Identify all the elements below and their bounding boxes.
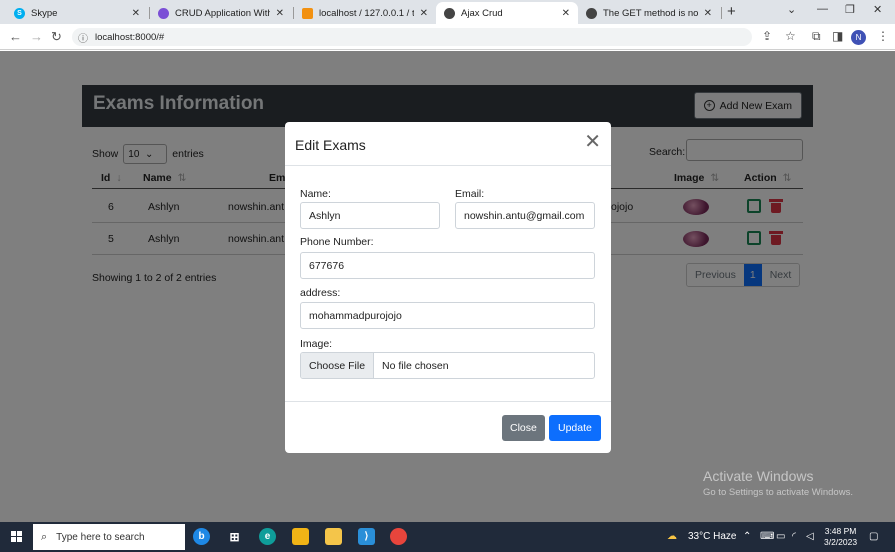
tab-title: Skype <box>31 7 58 19</box>
notifications-icon[interactable]: ▢ <box>869 531 878 542</box>
watermark-line2: Go to Settings to activate Windows. <box>703 487 853 498</box>
vscode-icon[interactable]: ⟩ <box>358 528 375 545</box>
windows-start-icon[interactable] <box>11 531 23 543</box>
name-field[interactable]: Ashlyn <box>300 202 440 229</box>
volume-icon[interactable]: ◁ <box>806 531 814 542</box>
address-label: address: <box>300 287 341 299</box>
tab-title: Ajax Crud <box>461 7 503 19</box>
share-icon[interactable]: ⇪ <box>762 29 772 43</box>
modal-footer-divider <box>285 401 611 402</box>
choose-file-button[interactable]: Choose File <box>301 353 375 378</box>
file-status: No file chosen <box>382 359 449 372</box>
phone-field[interactable]: 677676 <box>300 252 595 279</box>
watermark-line1: Activate Windows <box>703 468 814 484</box>
modal-title: Edit Exams <box>295 137 366 153</box>
taskbar-search-placeholder: Type here to search <box>56 531 145 543</box>
close-tab-icon[interactable]: ✕ <box>276 8 284 19</box>
email-value: nowshin.antu@gmail.com <box>464 209 585 222</box>
name-value: Ashlyn <box>309 209 341 222</box>
tab-phpmyadmin[interactable]: localhost / 127.0.0.1 / test / e ✕ <box>294 2 436 24</box>
tab-ajax-crud[interactable]: Ajax Crud ✕ <box>436 2 578 24</box>
close-tab-icon[interactable]: ✕ <box>704 8 712 19</box>
phone-value: 677676 <box>309 259 345 272</box>
close-window-button[interactable]: ✕ <box>873 3 882 16</box>
tab-title: CRUD Application With Imag <box>175 7 270 19</box>
skype-icon: S <box>14 7 25 19</box>
tab-search-icon[interactable]: ⌄ <box>787 3 796 16</box>
profile-avatar[interactable]: N <box>851 30 866 45</box>
globe-icon <box>586 7 597 19</box>
tab-get-method[interactable]: The GET method is not supp ✕ <box>578 2 720 24</box>
name-label: Name: <box>300 188 331 200</box>
back-icon[interactable]: ← <box>9 29 22 44</box>
address-value: mohammadpurojojo <box>309 309 402 322</box>
close-tab-icon[interactable]: ✕ <box>132 8 140 19</box>
close-tab-icon[interactable]: ✕ <box>420 8 428 19</box>
address-field[interactable]: mohammadpurojojo <box>300 302 595 329</box>
email-field[interactable]: nowshin.antu@gmail.com <box>455 202 595 229</box>
image-label: Image: <box>300 338 333 350</box>
address-bar-row: ← → ↻ ⓘ localhost:8000/# ⇪ ☆ ⧉ ◨ ⋮ <box>0 24 895 50</box>
tab-strip: S Skype ✕ CRUD Application With Imag ✕ l… <box>0 0 895 24</box>
side-panel-icon[interactable]: ◨ <box>832 29 843 43</box>
menu-icon[interactable]: ⋮ <box>877 29 889 43</box>
weather-text[interactable]: 33°C Haze <box>688 531 736 542</box>
task-view-icon[interactable]: ⊞ <box>226 528 243 545</box>
cortana-icon[interactable]: b <box>193 528 210 545</box>
app-icon <box>158 7 169 19</box>
edge-icon[interactable]: e <box>259 528 276 545</box>
wifi-icon[interactable]: ◜ <box>792 531 796 542</box>
minimize-button[interactable]: — <box>817 3 828 15</box>
tray-chevron-icon[interactable]: ⌃ <box>743 531 751 542</box>
tab-skype[interactable]: S Skype ✕ <box>6 2 148 24</box>
image-file-input[interactable]: Choose File No file chosen <box>300 352 595 379</box>
tab-divider <box>721 7 722 19</box>
weather-icon: ☁ <box>667 531 677 542</box>
system-clock[interactable]: 3:48 PM 3/2/2023 <box>824 526 857 548</box>
url-text: localhost:8000/# <box>95 31 165 43</box>
update-button[interactable]: Update <box>549 415 601 441</box>
clock-date: 3/2/2023 <box>824 537 858 547</box>
bookmark-star-icon[interactable]: ☆ <box>785 29 796 43</box>
phpmyadmin-icon <box>302 7 313 19</box>
clock-time: 3:48 PM <box>824 526 857 536</box>
new-tab-button[interactable]: + <box>727 3 736 20</box>
close-button[interactable]: Close <box>502 415 545 441</box>
reload-icon[interactable]: ↻ <box>51 29 62 45</box>
forward-icon[interactable]: → <box>30 29 43 44</box>
close-tab-icon[interactable]: ✕ <box>562 8 570 19</box>
store-icon[interactable] <box>292 528 309 545</box>
battery-icon[interactable]: ▭ <box>776 531 785 542</box>
phone-label: Phone Number: <box>300 236 374 248</box>
chrome-icon[interactable] <box>390 528 407 545</box>
file-explorer-icon[interactable] <box>325 528 342 545</box>
globe-icon <box>444 7 455 19</box>
close-icon[interactable]: ✕ <box>584 132 601 152</box>
edit-exams-modal: Edit Exams ✕ Name: Ashlyn Email: nowshin… <box>285 122 611 453</box>
activate-windows-watermark: Activate Windows Go to Settings to activ… <box>703 468 853 498</box>
site-info-icon[interactable]: ⓘ <box>78 30 88 45</box>
taskbar-search[interactable]: ⌕ Type here to search <box>33 524 185 550</box>
maximize-button[interactable]: ❐ <box>845 3 855 16</box>
modal-header: Edit Exams ✕ <box>285 122 611 166</box>
network-icon[interactable]: ⌨ <box>760 531 774 542</box>
url-field[interactable]: ⓘ localhost:8000/# <box>72 28 752 46</box>
extensions-icon[interactable]: ⧉ <box>812 29 821 44</box>
windows-taskbar: ⌕ Type here to search b ⊞ e ⟩ ☁ 33°C Haz… <box>0 522 895 552</box>
search-icon: ⌕ <box>41 530 48 543</box>
tab-crud-application[interactable]: CRUD Application With Imag ✕ <box>150 2 292 24</box>
tab-title: The GET method is not supp <box>603 7 698 19</box>
email-label: Email: <box>455 188 485 200</box>
tab-title: localhost / 127.0.0.1 / test / e <box>319 7 414 19</box>
